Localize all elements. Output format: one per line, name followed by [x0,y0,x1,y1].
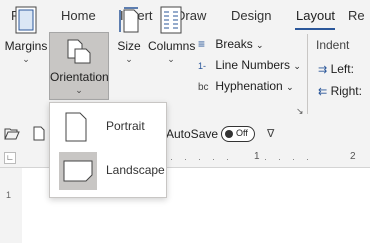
hyphenation-icon: bc [198,82,209,93]
size-icon [118,6,140,37]
size-button[interactable]: Size ⌄ [112,2,146,70]
orientation-button[interactable]: Orientation ⌄ [49,32,109,100]
autosave-toggle[interactable]: Off [221,126,255,142]
breaks-label: Breaks [215,37,253,51]
vertical-ruler-mark: 1 [6,190,12,200]
chevron-down-icon: ⌄ [256,40,264,50]
group-divider [307,34,308,114]
tab-design[interactable]: Design [231,8,271,23]
vertical-ruler: 1 [0,168,22,243]
indent-right-label: Right: [330,84,362,98]
line-numbers-label: Line Numbers [215,58,291,72]
breaks-icon: ≡ [198,37,206,51]
chevron-down-icon: ⌄ [293,61,301,71]
option-landscape[interactable]: Landscape [50,149,166,193]
orientation-label: Orientation [50,70,109,84]
line-numbers-icon: 1- [198,61,207,71]
portrait-label: Portrait [106,119,145,133]
ruler-ticks: ····· [170,154,240,164]
indent-right-icon: ⇇ [318,86,328,98]
chevron-down-icon: ⌄ [22,54,30,64]
chevron-down-icon: ⌄ [125,54,133,64]
toggle-knob [225,130,233,138]
columns-icon [160,6,182,37]
dialog-launcher-icon[interactable]: ↘ [296,106,304,117]
option-portrait[interactable]: Portrait [50,105,166,149]
tab-layout[interactable]: Layout [296,8,335,23]
tab-references[interactable]: Re [348,8,365,23]
margins-icon [15,6,37,37]
tab-selector-icon[interactable]: ∟ [4,152,16,164]
landscape-icon [62,159,94,188]
landscape-label: Landscape [106,163,165,177]
indent-left-icon: ⇉ [318,64,328,76]
open-folder-icon[interactable] [4,127,20,145]
hyphenation-button[interactable]: bc Hyphenation ⌄ [198,79,294,93]
size-label: Size [117,39,141,53]
ruler-mark-1: 1 [254,151,260,162]
autosave-label: AutoSave [166,127,219,141]
chevron-down-icon: ⌄ [75,85,83,95]
margins-label: Margins [4,39,48,53]
breaks-button[interactable]: ≡ Breaks ⌄ [198,37,264,51]
orientation-icon [66,37,92,68]
orientation-dropdown: Portrait Landscape [49,102,167,198]
new-document-icon[interactable] [33,126,45,146]
columns-label: Columns [148,39,196,53]
indent-left-label: Left: [330,62,354,76]
chevron-down-icon: ⌄ [286,82,294,92]
margins-button[interactable]: Margins ⌄ [4,2,48,70]
ruler-ticks-2: ···· [264,154,320,164]
indent-heading: Indent [316,38,350,52]
indent-right[interactable]: ⇇ Right: [318,84,362,98]
tab-home[interactable]: Home [61,8,96,23]
portrait-icon [64,111,88,148]
columns-button[interactable]: Columns ⌄ [148,2,196,70]
line-numbers-button[interactable]: 1- Line Numbers ⌄ [198,58,301,72]
ruler-mark-2: 2 [350,151,356,162]
chevron-down-icon: ⌄ [167,54,175,64]
hyphenation-label: Hyphenation [215,79,283,93]
toggle-state: Off [236,128,248,138]
customize-toolbar-icon[interactable]: ∇ [267,127,274,140]
indent-left[interactable]: ⇉ Left: [318,62,354,76]
